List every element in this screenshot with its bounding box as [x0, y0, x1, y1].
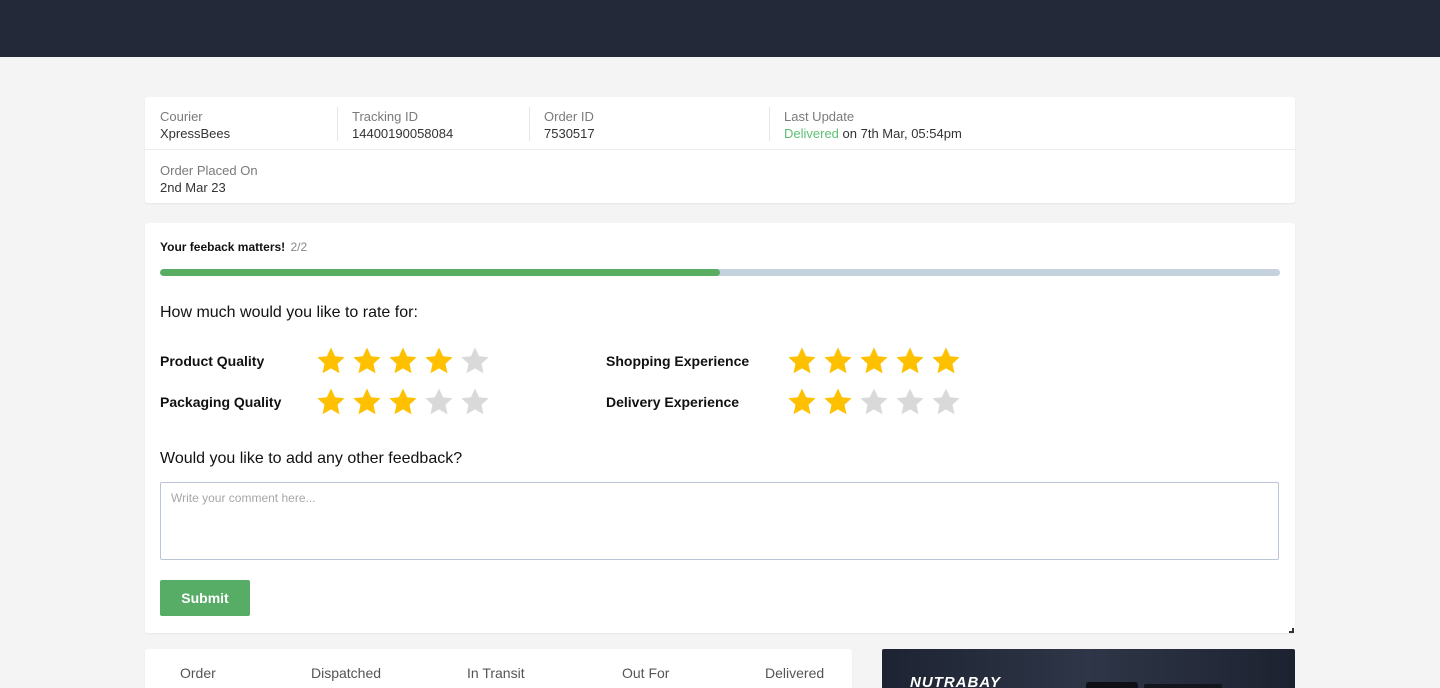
tracking-step-dispatched: Dispatched: [311, 665, 382, 681]
star-filled-icon[interactable]: [822, 386, 854, 418]
delivery-time: on 7th Mar, 05:54pm: [842, 126, 962, 141]
star-filled-icon[interactable]: [387, 386, 419, 418]
resize-grip-icon: [1289, 628, 1294, 633]
top-navbar: [0, 0, 1440, 57]
shipment-info-card: Courier XpressBees Tracking ID 144001900…: [145, 97, 1295, 203]
rating-question: How much would you like to rate for:: [160, 304, 418, 321]
star-empty-icon[interactable]: [930, 386, 962, 418]
comment-question: Would you like to add any other feedback…: [160, 450, 463, 467]
star-empty-icon[interactable]: [894, 386, 926, 418]
tracking-id-label: Tracking ID: [352, 109, 418, 124]
star-filled-icon[interactable]: [930, 345, 962, 377]
banner-product-image: [1086, 682, 1138, 688]
star-filled-icon[interactable]: [858, 345, 890, 377]
last-update-cell: Last Update Delivered on 7th Mar, 05:54p…: [784, 97, 962, 150]
order-id-value: 7530517: [544, 126, 595, 141]
star-filled-icon[interactable]: [351, 345, 383, 377]
comment-textarea[interactable]: [160, 482, 1279, 560]
divider: [337, 107, 338, 141]
delivery-status: Delivered: [784, 126, 839, 141]
star-empty-icon[interactable]: [858, 386, 890, 418]
feedback-heading: Your feeback matters! 2/2: [160, 240, 307, 254]
tracking-step-out-for: Out For: [622, 665, 670, 681]
order-id-cell: Order ID 7530517: [544, 97, 595, 150]
shipment-info-row: Courier XpressBees Tracking ID 144001900…: [145, 97, 1295, 150]
tracking-id-cell: Tracking ID 14400190058084: [352, 97, 453, 150]
divider: [769, 107, 770, 141]
star-filled-icon[interactable]: [822, 345, 854, 377]
submit-button[interactable]: Submit: [160, 580, 250, 616]
courier-value: XpressBees: [160, 126, 231, 141]
tracking-steps-card: Order Dispatched In Transit Out For Deli…: [145, 649, 852, 688]
star-filled-icon[interactable]: [894, 345, 926, 377]
divider: [529, 107, 530, 141]
tracking-step-delivered: Delivered: [765, 665, 825, 681]
star-empty-icon[interactable]: [459, 345, 491, 377]
feedback-card: Your feeback matters! 2/2 How much would…: [145, 223, 1295, 633]
promo-banner[interactable]: NUTRABAY: [882, 649, 1295, 688]
star-filled-icon[interactable]: [423, 345, 455, 377]
last-update-label: Last Update: [784, 109, 855, 124]
tracking-step-in-transit: In Transit: [467, 665, 525, 681]
feedback-step-counter: 2/2: [290, 240, 308, 254]
feedback-progress-bar: [160, 269, 1280, 276]
tracking-id-value: 14400190058084: [352, 126, 454, 141]
order-id-label: Order ID: [544, 109, 594, 124]
rating-stars-packaging-quality[interactable]: [315, 386, 491, 418]
order-placed-value: 2nd Mar 23: [160, 180, 226, 195]
rating-label-product-quality: Product Quality: [160, 353, 265, 369]
rating-label-shopping-experience: Shopping Experience: [606, 353, 750, 369]
star-filled-icon[interactable]: [786, 345, 818, 377]
last-update-value: Delivered on 7th Mar, 05:54pm: [784, 125, 962, 143]
star-empty-icon[interactable]: [423, 386, 455, 418]
order-placed-label: Order Placed On: [160, 163, 258, 178]
rating-stars-product-quality[interactable]: [315, 345, 491, 377]
star-filled-icon[interactable]: [315, 386, 347, 418]
order-placed-cell: Order Placed On 2nd Mar 23: [160, 163, 258, 197]
banner-brand-logo: NUTRABAY: [910, 674, 1002, 688]
rating-stars-delivery-experience[interactable]: [786, 386, 962, 418]
star-filled-icon[interactable]: [387, 345, 419, 377]
courier-label: Courier: [160, 109, 203, 124]
rating-label-delivery-experience: Delivery Experience: [606, 394, 740, 410]
star-filled-icon[interactable]: [786, 386, 818, 418]
star-filled-icon[interactable]: [315, 345, 347, 377]
tracking-step-order: Order: [180, 665, 216, 681]
courier-cell: Courier XpressBees: [160, 97, 230, 150]
feedback-progress-fill: [160, 269, 720, 276]
feedback-heading-text: Your feeback matters!: [160, 240, 286, 254]
star-empty-icon[interactable]: [459, 386, 491, 418]
rating-stars-shopping-experience[interactable]: [786, 345, 962, 377]
star-filled-icon[interactable]: [351, 386, 383, 418]
rating-label-packaging-quality: Packaging Quality: [160, 394, 282, 410]
banner-product-image: [1144, 684, 1222, 688]
